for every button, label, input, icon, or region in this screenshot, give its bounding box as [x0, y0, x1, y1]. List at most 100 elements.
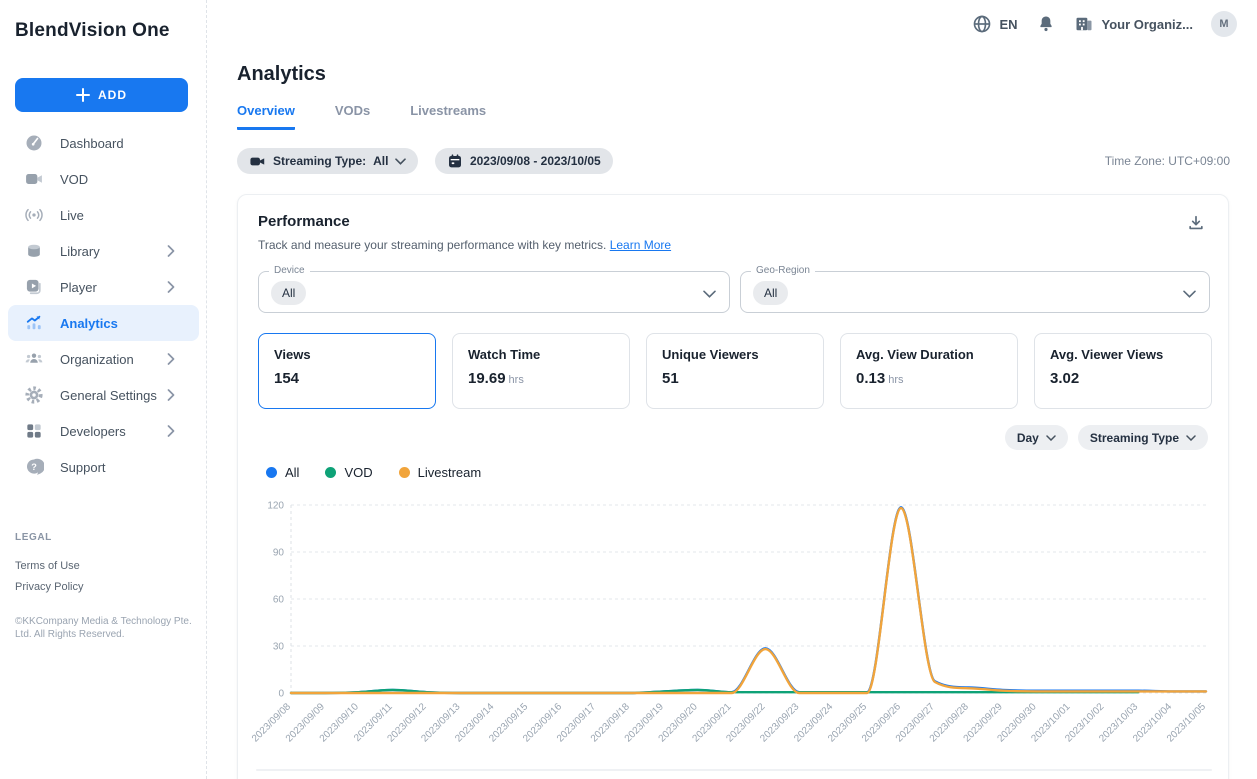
- chevron-right-icon: [167, 389, 175, 401]
- add-button[interactable]: ADD: [15, 78, 188, 112]
- sidebar-item-label: VOD: [60, 172, 88, 187]
- legend-dot: [325, 467, 336, 478]
- metric-value: 19.69hrs: [468, 370, 614, 387]
- sidebar-item-analytics[interactable]: Analytics: [8, 305, 199, 341]
- sidebar: BlendVision One ADD Dashboard VOD Live Libr…: [0, 0, 207, 779]
- sidebar-item-player[interactable]: Player: [8, 269, 199, 305]
- date-range-value: 2023/09/08 - 2023/10/05: [470, 154, 601, 168]
- sidebar-item-vod[interactable]: VOD: [8, 161, 199, 197]
- geo-region-select[interactable]: Geo-Region All: [740, 271, 1210, 313]
- metric-label: Avg. View Duration: [856, 347, 1002, 362]
- metric-card-avg-viewer-views[interactable]: Avg. Viewer Views3.02: [1034, 333, 1212, 409]
- svg-text:?: ?: [31, 462, 37, 472]
- sidebar-item-label: Live: [60, 208, 84, 223]
- sidebar-item-label: Dashboard: [60, 136, 124, 151]
- section-divider: [256, 769, 1212, 771]
- chevron-down-icon: [1046, 435, 1056, 441]
- sidebar-item-support[interactable]: ? Support: [8, 449, 199, 485]
- tab-overview[interactable]: Overview: [237, 103, 295, 130]
- metric-value-number: 51: [662, 370, 679, 387]
- device-select-label: Device: [269, 265, 310, 276]
- vod-icon: [24, 169, 44, 189]
- metric-value-number: 0.13: [856, 370, 885, 387]
- learn-more-link[interactable]: Learn More: [610, 238, 671, 252]
- sidebar-item-organization[interactable]: Organization: [8, 341, 199, 377]
- metric-value: 0.13hrs: [856, 370, 1002, 387]
- legal-section: LEGAL Terms of Use Privacy Policy ©KKCom…: [15, 532, 195, 641]
- device-select[interactable]: Device All: [258, 271, 730, 313]
- performance-description-text: Track and measure your streaming perform…: [258, 238, 606, 252]
- video-camera-icon: [249, 153, 266, 170]
- filter-row: Streaming Type: All 2023/09/08 - 2023/10…: [237, 148, 1230, 174]
- legend-label: Livestream: [418, 465, 482, 480]
- metric-card-watch-time[interactable]: Watch Time 19.69hrs: [452, 333, 630, 409]
- sidebar-item-library[interactable]: Library: [8, 233, 199, 269]
- chevron-right-icon: [167, 281, 175, 293]
- metric-card-unique-viewers[interactable]: Unique Viewers51: [646, 333, 824, 409]
- settings-icon: [24, 385, 44, 405]
- chevron-right-icon: [167, 245, 175, 257]
- series-line-livestream: [291, 508, 1206, 693]
- geo-region-select-value: All: [753, 281, 788, 305]
- tab-livestreams[interactable]: Livestreams: [410, 103, 486, 130]
- performance-description: Track and measure your streaming perform…: [258, 238, 671, 252]
- tab-bar: Overview VODs Livestreams: [237, 103, 526, 130]
- chart-controls: Day Streaming Type: [1005, 425, 1208, 450]
- legend-item-all[interactable]: All: [266, 465, 299, 480]
- chevron-down-icon: [395, 158, 406, 165]
- sidebar-item-dashboard[interactable]: Dashboard: [8, 125, 199, 161]
- chevron-down-icon: [1183, 285, 1196, 303]
- add-button-label: ADD: [98, 88, 127, 102]
- chevron-right-icon: [167, 425, 175, 437]
- geo-region-select-label: Geo-Region: [751, 265, 815, 276]
- sidebar-item-live[interactable]: Live: [8, 197, 199, 233]
- metric-card-views[interactable]: Views 154: [258, 333, 436, 409]
- legend-label: All: [285, 465, 299, 480]
- sidebar-item-label: Support: [60, 460, 106, 475]
- granularity-dropdown[interactable]: Day: [1005, 425, 1068, 450]
- page-title: Analytics: [237, 63, 326, 86]
- svg-text:90: 90: [273, 548, 285, 559]
- metric-value-number: 3.02: [1050, 370, 1079, 387]
- metric-value: 154: [274, 370, 420, 387]
- timezone-label: Time Zone: UTC+09:00: [1105, 154, 1230, 168]
- legend-item-vod[interactable]: VOD: [325, 465, 372, 480]
- metric-value: 3.02: [1050, 370, 1196, 387]
- analytics-icon: [24, 313, 44, 333]
- sidebar-item-label: Player: [60, 280, 97, 295]
- main-content: Analytics Overview VODs Livestreams Stream…: [207, 0, 1257, 779]
- chevron-down-icon: [1186, 435, 1196, 441]
- privacy-policy-link[interactable]: Privacy Policy: [15, 581, 195, 593]
- terms-of-use-link[interactable]: Terms of Use: [15, 560, 195, 572]
- legend-item-livestream[interactable]: Livestream: [399, 465, 482, 480]
- streaming-type-filter-chip[interactable]: Streaming Type: All: [237, 148, 418, 174]
- svg-text:0: 0: [278, 689, 284, 700]
- performance-chart: 03060901202023/09/082023/09/092023/09/10…: [238, 471, 1238, 771]
- device-select-value: All: [271, 281, 306, 305]
- tab-vods[interactable]: VODs: [335, 103, 370, 130]
- sidebar-item-developers[interactable]: Developers: [8, 413, 199, 449]
- live-icon: [24, 205, 44, 225]
- sidebar-item-general-settings[interactable]: General Settings: [8, 377, 199, 413]
- legend-dot: [266, 467, 277, 478]
- metric-value-number: 154: [274, 370, 299, 387]
- date-range-filter-chip[interactable]: 2023/09/08 - 2023/10/05: [435, 148, 613, 174]
- streaming-type-label: Streaming Type:: [273, 154, 366, 168]
- metric-label: Views: [274, 347, 420, 362]
- legal-heading: LEGAL: [15, 532, 195, 543]
- download-icon[interactable]: [1186, 213, 1206, 238]
- copyright-text: ©KKCompany Media & Technology Pte. Ltd. …: [15, 615, 195, 641]
- calendar-icon: [447, 153, 463, 169]
- legend-label: VOD: [344, 465, 372, 480]
- performance-card: Performance Track and measure your strea…: [237, 194, 1229, 779]
- library-icon: [24, 241, 44, 261]
- app-window: BlendVision One ADD Dashboard VOD Live Libr…: [0, 0, 1257, 779]
- metric-unit: hrs: [509, 374, 524, 386]
- breakdown-dropdown[interactable]: Streaming Type: [1078, 425, 1208, 450]
- chevron-right-icon: [167, 353, 175, 365]
- brand-logo: BlendVision One: [15, 20, 170, 42]
- chevron-down-icon: [703, 285, 716, 303]
- metric-card-avg-view-duration[interactable]: Avg. View Duration 0.13hrs: [840, 333, 1018, 409]
- sidebar-item-label: Library: [60, 244, 100, 259]
- metric-label: Watch Time: [468, 347, 614, 362]
